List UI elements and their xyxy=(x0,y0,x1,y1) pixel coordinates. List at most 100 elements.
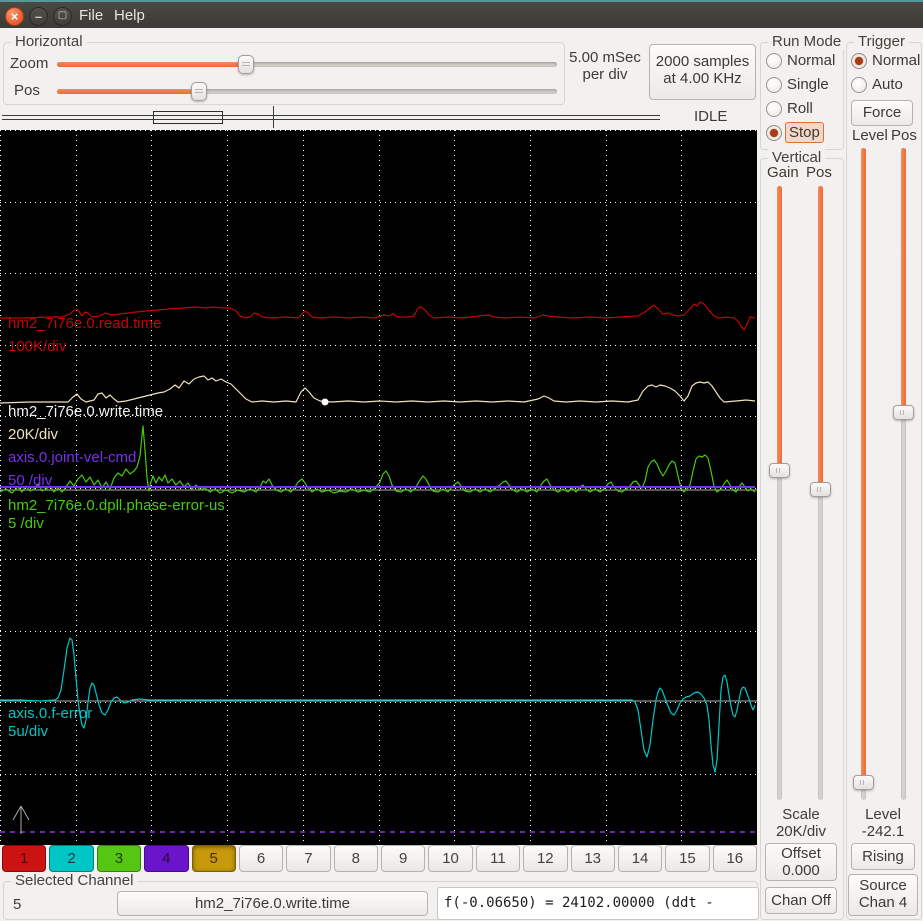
trace-scale-joint-vel-cmd: 50 /div xyxy=(8,472,53,489)
channel-button-7[interactable]: 7 xyxy=(286,845,331,872)
trigger-pos-col-label: Pos xyxy=(891,127,917,144)
per-div-value: 5.00 mSec xyxy=(569,49,641,66)
channel-button-6[interactable]: 6 xyxy=(238,845,284,872)
trigger-edge-button[interactable]: Rising xyxy=(851,843,915,870)
record-bar-line-top xyxy=(2,115,660,116)
per-div-readout: 5.00 mSec per div xyxy=(566,49,644,83)
trigger-group-label: Trigger xyxy=(854,33,909,50)
pos-slider-handle[interactable] xyxy=(191,82,207,101)
record-trigger-tick xyxy=(273,106,274,128)
trace-write-time xyxy=(0,375,756,404)
horizontal-group-label: Horizontal xyxy=(11,33,87,50)
per-div-unit: per div xyxy=(582,66,628,83)
record-bar-line-bottom xyxy=(2,119,660,120)
menu-file[interactable]: File xyxy=(79,7,103,24)
trigger-level-col-label: Level xyxy=(852,127,888,144)
channel-button-2[interactable]: 2 xyxy=(49,845,94,872)
radio-icon[interactable] xyxy=(851,53,867,69)
force-button[interactable]: Force xyxy=(851,100,913,126)
trigger-pos-slider-handle[interactable] xyxy=(893,405,914,420)
trigger-auto-label: Auto xyxy=(872,76,903,93)
radio-icon[interactable] xyxy=(766,101,782,117)
zoom-slider-label: Zoom xyxy=(10,55,49,72)
channel-button-16[interactable]: 16 xyxy=(712,845,757,872)
selected-channel-number: 5 xyxy=(13,896,22,913)
samples-button[interactable]: 2000 samples at 4.00 KHz xyxy=(649,44,756,100)
run-mode-roll-label: Roll xyxy=(787,100,813,117)
channel-button-12[interactable]: 12 xyxy=(523,845,568,872)
close-icon[interactable]: × xyxy=(5,7,24,26)
selected-channel-name-button[interactable]: hm2_7i76e.0.write.time xyxy=(117,891,428,916)
scale-readout: Scale 20K/div xyxy=(760,806,842,840)
gain-slider-label: Gain xyxy=(767,164,799,181)
channel-button-8[interactable]: 8 xyxy=(333,845,378,872)
samples-line2: at 4.00 KHz xyxy=(663,70,742,87)
maximize-icon[interactable]: ▢ xyxy=(53,7,72,26)
gain-slider-fill xyxy=(777,186,782,471)
trace-marker-dot xyxy=(321,398,329,406)
trigger-level-label: Level xyxy=(865,806,901,823)
trace-label-read-time: hm2_7i76e.0.read.time xyxy=(8,315,161,332)
record-view-window[interactable] xyxy=(153,111,223,124)
horizontal-group: Horizontal xyxy=(3,33,565,105)
run-mode-single-label: Single xyxy=(787,76,829,93)
radio-icon[interactable] xyxy=(851,77,867,93)
scope-canvas: hm2_7i76e.0.read.time 100K/div hm2_7i76e.0… xyxy=(0,130,758,846)
channel-button-11[interactable]: 11 xyxy=(475,845,521,872)
radio-icon[interactable] xyxy=(766,125,782,141)
trigger-normal-label: Normal xyxy=(872,52,921,69)
channel-button-1[interactable]: 1 xyxy=(2,845,47,872)
radio-icon[interactable] xyxy=(766,53,782,69)
trigger-level-slider-handle[interactable] xyxy=(853,775,874,790)
channel-button-9[interactable]: 9 xyxy=(381,845,426,872)
channel-button-5[interactable]: 5 xyxy=(191,845,236,872)
trigger-level-readout: Level -242.1 xyxy=(846,806,920,840)
vpos-slider-fill xyxy=(818,186,823,490)
trigger-position-arrow-icon xyxy=(12,805,30,834)
channel-button-10[interactable]: 10 xyxy=(428,845,473,872)
offset-button[interactable]: Offset 0.000 xyxy=(765,843,837,881)
pos-slider-fill xyxy=(57,89,199,94)
run-mode-group-label: Run Mode xyxy=(768,33,846,50)
scale-value: 20K/div xyxy=(775,823,827,840)
radio-icon[interactable] xyxy=(766,77,782,93)
trace-scale-read-time: 100K/div xyxy=(8,338,67,355)
zoom-slider-fill xyxy=(57,62,247,67)
titlebar: × – ▢ File Help xyxy=(0,0,923,28)
run-mode-stop-label: Stop xyxy=(785,122,824,143)
trace-label-joint-vel-cmd: axis.0.joint-vel-cmd xyxy=(8,449,136,466)
channel-row: 1 2 3 4 5 6 7 8 9 10 11 12 13 14 15 16 xyxy=(2,845,757,872)
vpos-slider-label: Pos xyxy=(806,164,832,181)
trigger-source-button[interactable]: Source Chan 4 xyxy=(848,874,918,916)
menu-help[interactable]: Help xyxy=(114,7,145,24)
channel-button-3[interactable]: 3 xyxy=(96,845,142,872)
scale-label: Scale xyxy=(782,806,820,823)
trace-scale-write-time: 20K/div xyxy=(8,426,59,443)
zoom-slider-handle[interactable] xyxy=(238,55,254,74)
samples-line1: 2000 samples xyxy=(655,53,750,70)
chan-off-button[interactable]: Chan Off xyxy=(765,887,837,914)
trace-f-error xyxy=(0,637,756,773)
offset-label: Offset xyxy=(781,845,821,862)
acquisition-status: IDLE xyxy=(694,108,728,125)
channel-button-4[interactable]: 4 xyxy=(144,845,189,872)
vpos-slider-handle[interactable] xyxy=(810,482,831,497)
channel-button-13[interactable]: 13 xyxy=(570,845,615,872)
channel-button-14[interactable]: 14 xyxy=(617,845,663,872)
scope-display[interactable]: hm2_7i76e.0.read.time 100K/div hm2_7i76e.0… xyxy=(0,130,758,846)
trigger-level-value: -242.1 xyxy=(861,823,905,840)
trace-label-f-error: axis.0.f-error xyxy=(8,705,92,722)
run-mode-normal-label: Normal xyxy=(787,52,836,69)
trigger-level-slider-fill xyxy=(861,148,866,783)
gain-slider-handle[interactable] xyxy=(769,463,790,478)
trigger-pos-slider-fill xyxy=(901,148,906,413)
pos-slider-label: Pos xyxy=(14,82,40,99)
trace-scale-phase-error: 5 /div xyxy=(8,515,44,532)
selected-channel-group-label: Selected Channel xyxy=(11,872,138,889)
channel-button-15[interactable]: 15 xyxy=(665,845,710,872)
trigger-source-line2: Chan 4 xyxy=(858,894,908,911)
minimize-icon[interactable]: – xyxy=(29,7,48,26)
trace-label-phase-error: hm2_7i76e.0.dpll.phase-error-us xyxy=(8,497,225,514)
trace-scale-f-error: 5u/div xyxy=(8,723,49,740)
trace-label-write-time: hm2_7i76e.0.write.time xyxy=(8,403,163,420)
